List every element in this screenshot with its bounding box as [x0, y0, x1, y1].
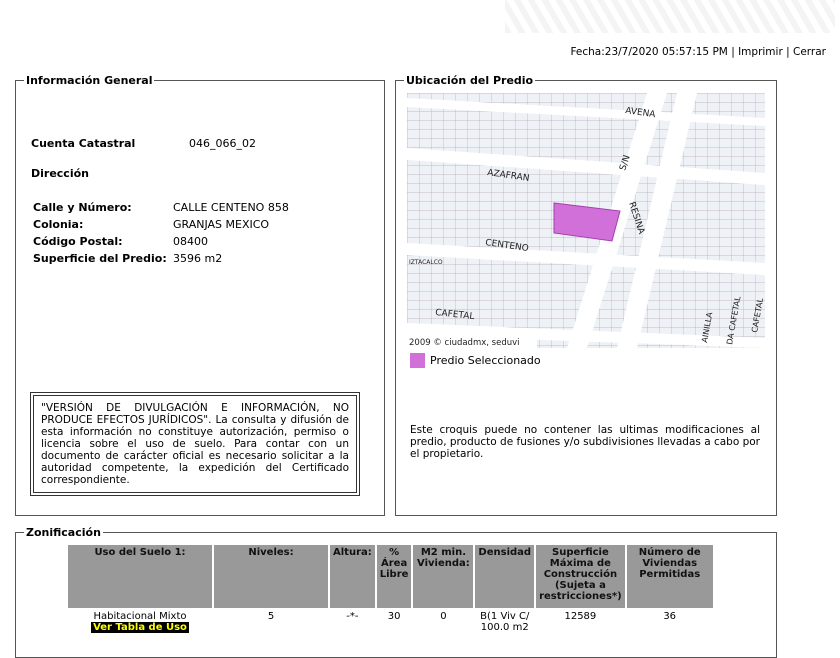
table-row: Habitacional Mixto Ver Tabla de Uso 5 -*-… [68, 608, 713, 636]
legend-label: Predio Seleccionado [430, 354, 541, 367]
cell: B(1 Viv C/ 100.0 m2 [480, 611, 530, 633]
map-note: Este croquis puede no contener las ultim… [410, 424, 761, 460]
legend-swatch [410, 353, 425, 368]
col-viviendas: Número de Viviendas Permitidas [626, 545, 713, 608]
panel-title: Zonificación [26, 526, 101, 539]
ver-tabla-link[interactable]: Ver Tabla de Uso [91, 622, 189, 633]
print-link[interactable]: Imprimir [738, 46, 783, 58]
field-value: CALLE CENTENO 858 [173, 201, 289, 214]
cell-uso: Habitacional Mixto Ver Tabla de Uso [68, 608, 212, 636]
field-value: 08400 [173, 235, 208, 248]
col-superficie: Superficie Máxima de Construcción (Sujet… [536, 545, 625, 608]
cell: 12589 [564, 611, 597, 622]
col-uso: Uso del Suelo 1: [68, 545, 212, 608]
field-label: Superficie del Predio: [33, 252, 167, 265]
col-niveles: Niveles: [214, 545, 328, 608]
location-map[interactable]: AVENA AZAFRAN S/N RESINA CENTENO IZTACAL… [407, 93, 765, 348]
separator: | [731, 46, 735, 58]
field-label: Código Postal: [33, 235, 123, 248]
cuenta-label: Cuenta Catastral [31, 137, 136, 150]
header-pattern [505, 0, 835, 33]
zoning-table: Uso del Suelo 1: Niveles: Altura: % Área… [66, 545, 715, 636]
panel-title: Información General [26, 74, 153, 87]
area-label: IZTACALCO [409, 259, 443, 266]
col-area-libre: % Área Libre [376, 545, 412, 608]
cuenta-value: 046_066_02 [189, 137, 256, 150]
date-text: Fecha:23/7/2020 05:57:15 PM [570, 46, 728, 58]
field-value: GRANJAS MEXICO [173, 218, 270, 231]
field-label: Colonia: [33, 218, 84, 231]
disclaimer-box: "VERSIÓN DE DIVULGACIÓN E INFORMACIÓN, N… [30, 392, 360, 496]
panel-title: Ubicación del Predio [406, 74, 534, 87]
col-m2-min: M2 min. Vivienda: [413, 545, 474, 608]
cell: 5 [267, 611, 275, 622]
top-bar: Fecha:23/7/2020 05:57:15 PM | Imprimir |… [570, 46, 826, 58]
field-label: Calle y Número: [33, 201, 132, 214]
field-value: 3596 m2 [173, 252, 223, 265]
cell: 0 [440, 611, 447, 622]
close-link[interactable]: Cerrar [793, 46, 826, 58]
col-altura: Altura: [330, 545, 375, 608]
separator: | [786, 46, 790, 58]
col-densidad: Densidad [475, 545, 535, 608]
cell: 36 [663, 611, 677, 622]
map-copyright: 2009 © ciudadmx, seduvi [409, 338, 520, 348]
table-header-row: Uso del Suelo 1: Niveles: Altura: % Área… [68, 545, 713, 608]
cell: 30 [387, 611, 401, 622]
direccion-label: Dirección [31, 167, 89, 180]
uso-value: Habitacional Mixto [93, 611, 187, 622]
cell: -*- [346, 611, 359, 622]
